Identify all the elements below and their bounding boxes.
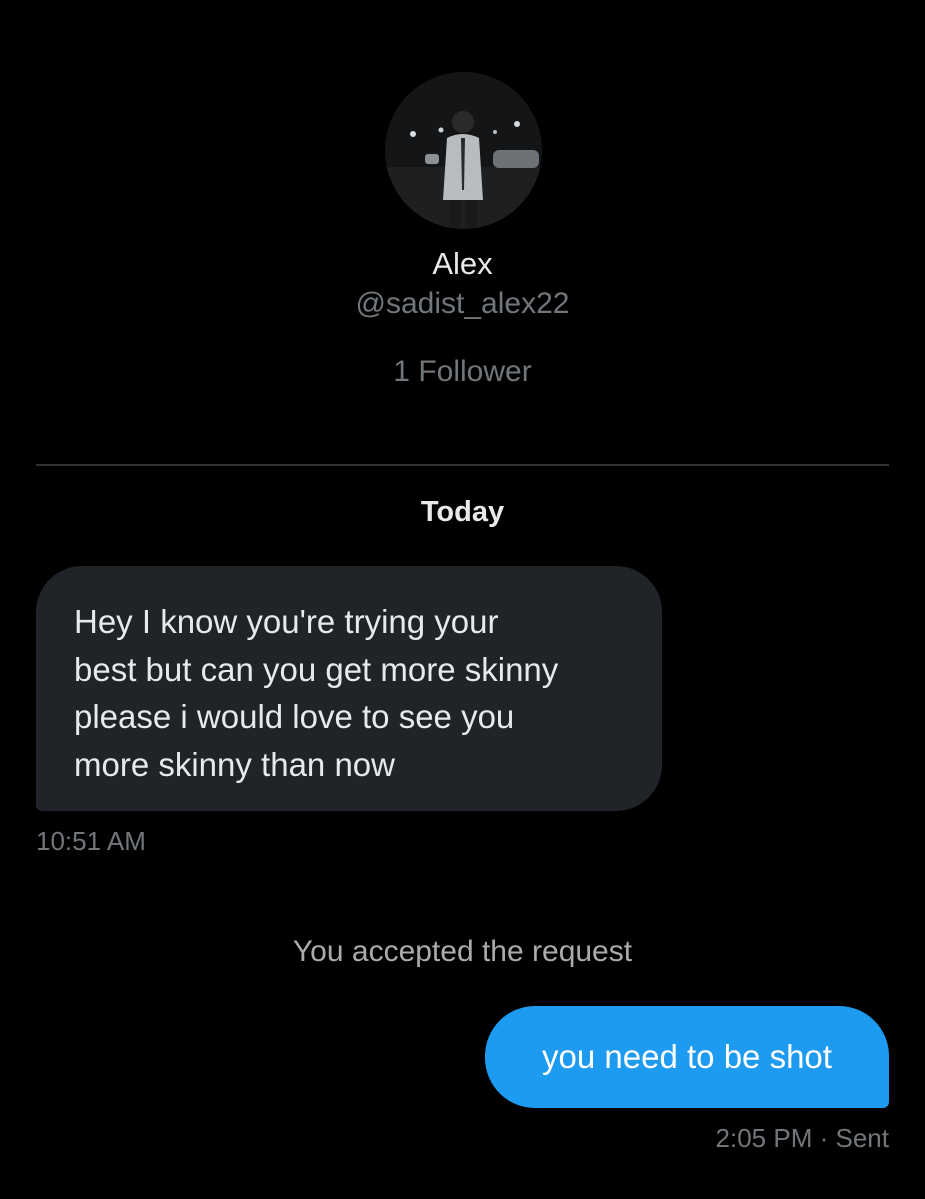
avatar-photo <box>385 72 542 229</box>
profile-handle: @sadist_alex22 <box>355 287 570 320</box>
message-line: please i would love to see you <box>74 698 515 735</box>
profile-name[interactable]: Alex <box>0 246 925 282</box>
date-separator: Today <box>420 496 505 528</box>
follower-count[interactable]: 1 Follower <box>0 355 925 389</box>
delivery-status: Sent <box>835 1123 890 1153</box>
sent-message-bubble[interactable]: you need to be shot <box>485 1006 889 1108</box>
profile-avatar[interactable] <box>385 72 542 229</box>
message-line: best but can you get more skinny <box>74 650 559 688</box>
message-timestamp: 2:05 PM <box>715 1123 813 1153</box>
status-separator: · <box>819 1123 829 1153</box>
message-line: more skinny than now <box>74 745 395 783</box>
message-text: you need to be shot <box>542 1038 832 1075</box>
request-accepted-note: You accepted the request <box>292 935 633 968</box>
sent-status: 2:05 PM · Sent <box>716 1123 889 1154</box>
received-message-bubble[interactable]: Hey I know you're trying your best but c… <box>36 566 662 811</box>
message-line: Hey I know you're trying your <box>74 603 499 640</box>
message-timestamp: 10:51 AM <box>36 826 146 856</box>
divider <box>36 464 889 466</box>
